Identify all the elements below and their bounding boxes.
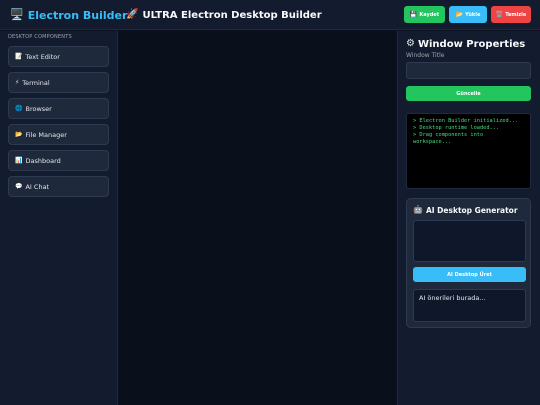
- app-name: Electron Builder: [27, 8, 128, 22]
- clear-button-label: Temizle: [505, 11, 527, 18]
- component-terminal[interactable]: ⚡ Terminal: [8, 72, 109, 93]
- ai-prompt-textarea[interactable]: [413, 220, 526, 262]
- components-sidebar: DESKTOP COMPONENTS 📝 Text Editor ⚡ Termi…: [0, 31, 118, 405]
- component-label: Terminal: [22, 78, 50, 87]
- ai-generator-title: 🤖 AI Desktop Generator: [413, 205, 518, 215]
- globe-icon: 🌐: [15, 104, 23, 112]
- lightning-icon: ⚡: [15, 78, 20, 86]
- component-text-editor[interactable]: 📝 Text Editor: [8, 46, 109, 67]
- ai-generate-button[interactable]: AI Desktop Üret: [413, 267, 526, 282]
- load-button[interactable]: 📂 Yükle: [449, 6, 487, 23]
- page-title-text: ULTRA Electron Desktop Builder: [142, 9, 322, 21]
- component-label: AI Chat: [25, 182, 50, 191]
- window-title-label: Window Title: [406, 52, 445, 59]
- monitor-icon: 🖥️: [10, 8, 24, 21]
- window-properties-title: ⚙ Window Properties: [406, 38, 525, 50]
- save-button[interactable]: 💾 Kaydet: [404, 6, 445, 23]
- console-output: > Electron Builder initialized... > Desk…: [406, 113, 531, 189]
- floppy-disk-icon: 💾: [409, 11, 418, 18]
- robot-icon: 🤖: [413, 205, 423, 214]
- ai-generator-heading: AI Desktop Generator: [425, 205, 518, 215]
- component-label: Browser: [25, 104, 52, 113]
- memo-icon: 📝: [15, 52, 23, 60]
- component-label: File Manager: [25, 130, 67, 139]
- component-browser[interactable]: 🌐 Browser: [8, 98, 109, 119]
- window-properties-heading: Window Properties: [417, 38, 526, 50]
- clear-button[interactable]: 🗑️ Temizle: [491, 6, 531, 23]
- workspace-canvas[interactable]: [119, 31, 396, 405]
- bar-chart-icon: 📊: [15, 156, 23, 164]
- console-line: > Electron Builder initialized...: [413, 118, 519, 124]
- save-button-label: Kaydet: [419, 11, 440, 18]
- ai-suggestions-output: AI önerileri burada...: [413, 289, 526, 322]
- window-title-input[interactable]: [406, 62, 531, 79]
- folder-open-icon: 📂: [15, 130, 23, 138]
- component-dashboard[interactable]: 📊 Dashboard: [8, 150, 109, 171]
- app-logo: 🖥️ Electron Builder: [10, 7, 127, 23]
- app-header: 🖥️ Electron Builder 🚀 ULTRA Electron Des…: [0, 0, 540, 30]
- component-ai-chat[interactable]: 💬 AI Chat: [8, 176, 109, 197]
- page-title: 🚀 ULTRA Electron Desktop Builder: [126, 8, 322, 22]
- speech-bubble-icon: 💬: [15, 182, 23, 190]
- component-file-manager[interactable]: 📂 File Manager: [8, 124, 109, 145]
- component-label: Text Editor: [25, 52, 60, 61]
- console-line: > Desktop runtime loaded...: [413, 125, 500, 131]
- load-button-label: Yükle: [465, 11, 481, 18]
- folder-open-icon: 📂: [455, 11, 464, 18]
- console-line: workspace...: [413, 139, 452, 145]
- sidebar-heading: DESKTOP COMPONENTS: [8, 34, 72, 40]
- component-label: Dashboard: [25, 156, 61, 165]
- trash-icon: 🗑️: [495, 11, 504, 18]
- properties-panel: ⚙ Window Properties Window Title Güncell…: [397, 31, 540, 405]
- rocket-icon: 🚀: [126, 9, 139, 20]
- gear-icon: ⚙: [406, 38, 415, 49]
- console-line: > Drag components into: [413, 132, 484, 138]
- ai-generator-card: 🤖 AI Desktop Generator AI Desktop Üret A…: [406, 198, 531, 328]
- update-button[interactable]: Güncelle: [406, 86, 531, 101]
